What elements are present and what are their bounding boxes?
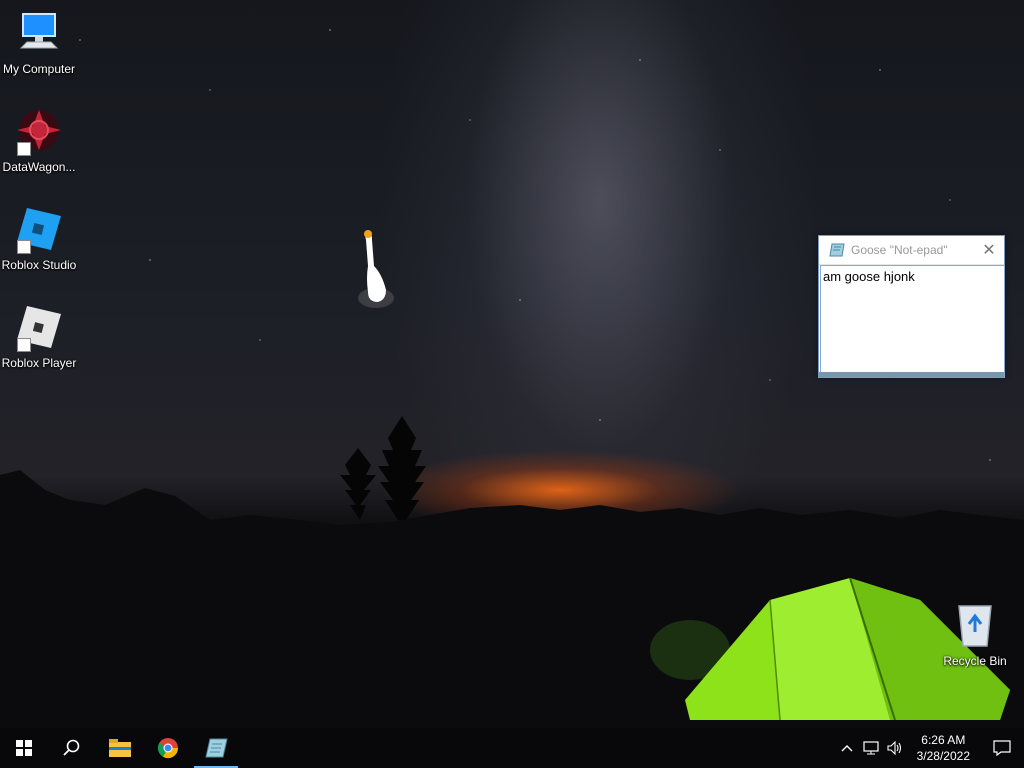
taskbar: 6:26 AM 3/28/2022 [0, 728, 1024, 768]
desktop-icon-recycle-bin[interactable]: Recycle Bin [936, 602, 1014, 668]
computer-icon [15, 10, 63, 58]
roblox-player-icon [15, 304, 63, 352]
clock-time: 6:26 AM [921, 733, 966, 747]
shortcut-arrow-icon [17, 142, 31, 156]
notepad-titlebar[interactable]: Goose "Not-epad" ✕ [819, 236, 1004, 265]
notepad-text-area[interactable]: am goose hjonk [820, 265, 1005, 377]
desktop-icon-label: Roblox Player [1, 356, 77, 370]
desktop-icon-my-computer[interactable]: My Computer [0, 10, 78, 76]
notepad-icon [205, 738, 228, 758]
notepad-window[interactable]: Goose "Not-epad" ✕ am goose hjonk [818, 235, 1005, 378]
roblox-studio-icon [15, 206, 63, 254]
windows-start-icon [16, 740, 32, 756]
notepad-title: Goose "Not-epad" [851, 243, 948, 257]
network-icon[interactable] [859, 741, 883, 755]
shortcut-arrow-icon [17, 240, 31, 254]
recycle-bin-icon [951, 602, 999, 650]
action-center-icon[interactable] [980, 740, 1024, 756]
desktop: My Computer DataWagon... Roblox Studio R… [0, 0, 1024, 768]
desktop-icon-datawagon[interactable]: DataWagon... [0, 108, 78, 174]
volume-icon[interactable] [883, 741, 907, 755]
system-tray: 6:26 AM 3/28/2022 [835, 728, 1024, 768]
desktop-icon-label: My Computer [2, 62, 76, 76]
taskbar-clock[interactable]: 6:26 AM 3/28/2022 [907, 732, 980, 764]
search-button[interactable] [48, 728, 96, 768]
clock-date: 3/28/2022 [916, 749, 970, 763]
desktop-icon-roblox-studio[interactable]: Roblox Studio [0, 206, 78, 272]
start-button[interactable] [0, 728, 48, 768]
shortcut-arrow-icon [17, 338, 31, 352]
desktop-icon-label: Roblox Studio [1, 258, 77, 272]
file-explorer-button[interactable] [96, 728, 144, 768]
close-icon[interactable]: ✕ [974, 236, 1004, 264]
file-explorer-icon [109, 739, 131, 757]
notepad-taskbar-button[interactable] [192, 728, 240, 768]
search-icon [63, 739, 80, 756]
datawagon-icon [15, 108, 63, 156]
desktop-goose[interactable] [352, 226, 400, 312]
desktop-icon-label: Recycle Bin [943, 654, 1007, 668]
chrome-button[interactable] [144, 728, 192, 768]
chevron-up-icon[interactable] [835, 744, 859, 752]
notepad-icon [829, 243, 845, 257]
notepad-status-bar [819, 372, 1004, 377]
desktop-icon-roblox-player[interactable]: Roblox Player [0, 304, 78, 370]
desktop-icon-label: DataWagon... [2, 160, 76, 174]
chrome-icon [157, 738, 179, 759]
